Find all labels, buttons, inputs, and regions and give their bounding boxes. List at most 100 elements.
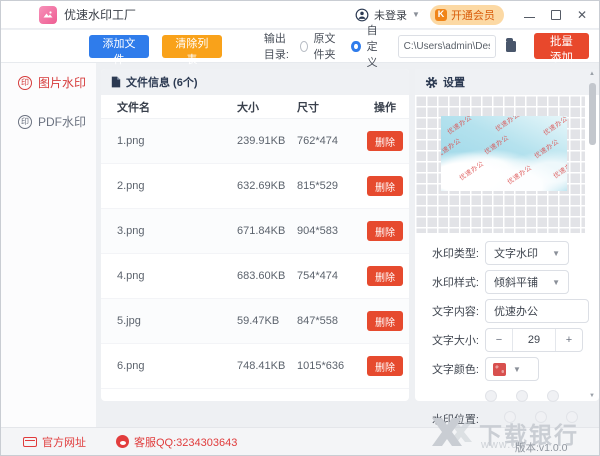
preview-area: 优速办公 优速办公 优速办公 优速办公 优速办公 优速办公 优速办公 优速办公 …: [415, 95, 585, 233]
cell-filename: 1.png: [117, 135, 145, 147]
customer-qq-label: 客服QQ:3234303643: [134, 436, 238, 449]
app-title: 优速水印工厂: [64, 8, 137, 22]
qq-icon: [116, 435, 129, 448]
cell-filename: 4.png: [117, 270, 145, 282]
chevron-down-icon: ▼: [552, 277, 560, 287]
radio-custom-label[interactable]: 自定义: [367, 22, 388, 70]
cell-size: 748.41KB: [237, 360, 286, 372]
delete-button[interactable]: 删除: [367, 356, 403, 376]
app-version-text: 版本:v1.0.0: [515, 442, 568, 454]
preview-watermark-text: 优速办公: [552, 158, 567, 181]
cell-size: 59.47KB: [237, 315, 280, 327]
delete-button[interactable]: 删除: [367, 176, 403, 196]
preview-watermark-text: 优速办公: [494, 116, 522, 134]
table-header: 文件名 大小 尺寸 操作: [101, 95, 409, 119]
official-website-label: 官方网址: [42, 436, 86, 449]
text-color-picker[interactable]: ▼: [485, 357, 539, 381]
output-path-input[interactable]: [397, 34, 496, 58]
position-option[interactable]: [516, 390, 528, 402]
login-status-label: 未登录: [374, 9, 408, 22]
preview-watermark-text: 优速办公: [506, 164, 534, 187]
close-button[interactable]: ✕: [577, 9, 587, 21]
position-option[interactable]: [485, 390, 497, 402]
document-icon: [111, 76, 121, 88]
cell-dims: 762*474: [297, 135, 338, 147]
text-size-label: 文字大小:: [431, 335, 479, 347]
text-content-label: 文字内容:: [431, 306, 479, 318]
position-option[interactable]: [547, 390, 559, 402]
file-panel-title: 文件信息 (6个): [126, 77, 198, 89]
preview-watermark-text: 优速办公: [483, 134, 511, 157]
minimize-button[interactable]: [523, 16, 535, 18]
watermark-type-value: 文字水印: [494, 248, 538, 260]
table-row: 3.png 671.84KB 904*583 删除: [101, 209, 409, 254]
delete-button[interactable]: 删除: [367, 266, 403, 286]
table-row: 6.png 748.41KB 1015*636 删除: [101, 344, 409, 389]
batch-add-button[interactable]: 批量添加: [533, 33, 589, 64]
official-website-link[interactable]: 官方网址: [23, 434, 86, 450]
scroll-down-icon[interactable]: ▼: [589, 393, 595, 399]
size-increase-button[interactable]: +: [556, 329, 582, 351]
delete-button[interactable]: 删除: [367, 311, 403, 331]
gear-icon: [425, 76, 438, 88]
clear-list-button[interactable]: 清除列表: [161, 34, 222, 66]
add-file-button[interactable]: 添加文件: [89, 34, 149, 66]
settings-title: 设置: [443, 77, 465, 89]
cell-dims: 815*529: [297, 180, 338, 192]
login-status[interactable]: 未登录 ▼: [355, 7, 420, 23]
scrollbar-thumb[interactable]: [589, 83, 596, 145]
vip-icon: K: [434, 8, 447, 21]
delete-button[interactable]: 删除: [367, 221, 403, 241]
stamp-icon: 印: [18, 114, 32, 129]
chevron-down-icon: ▼: [552, 248, 560, 258]
stamp-icon: 印: [18, 75, 32, 90]
cell-filename: 6.png: [117, 360, 145, 372]
maximize-button[interactable]: [550, 9, 561, 20]
watermark-style-value: 倾斜平铺: [494, 277, 538, 289]
cell-filename: 5.jpg: [117, 315, 141, 327]
radio-custom[interactable]: [351, 40, 361, 52]
preview-watermark-text: 优速办公: [533, 138, 561, 161]
sidebar-item-pdf-watermark[interactable]: 印 PDF水印: [1, 102, 96, 141]
col-operation: 操作: [374, 101, 396, 114]
folder-icon[interactable]: [505, 37, 516, 52]
watermark-type-select[interactable]: 文字水印 ▼: [485, 241, 569, 265]
settings-form: 水印类型: 文字水印 ▼ 水印样式: 倾斜平铺 ▼ 文字内容: 文字大小:: [421, 241, 589, 427]
table-row: 2.png 632.69KB 815*529 删除: [101, 164, 409, 209]
app-window: 优速水印工厂 未登录 ▼ K 开通会员 ✕ 添加文件 清除列表 输出目录: 原文…: [0, 0, 600, 456]
col-filename: 文件名: [117, 101, 150, 114]
text-content-input[interactable]: [485, 299, 589, 323]
color-swatch: [493, 362, 506, 376]
settings-scrollbar[interactable]: ▲ ▼: [588, 71, 597, 399]
preview-watermark-text: 优速办公: [458, 160, 486, 183]
cell-size: 239.91KB: [237, 135, 286, 147]
sidebar: 印 图片水印 印 PDF水印: [1, 63, 96, 427]
website-icon: [23, 436, 37, 447]
settings-panel: 设置 优速办公 优速办公 优速办公 优速办公 优速办公 优速办公 优速办公 优速…: [415, 69, 599, 426]
radio-original-label[interactable]: 原文件夹: [314, 30, 342, 62]
preview-watermark-text: 优速办公: [542, 116, 567, 138]
vip-button-label: 开通会员: [450, 9, 495, 22]
preview-watermark-text: 优速办公: [446, 116, 474, 137]
table-row: 5.jpg 59.47KB 847*558 删除: [101, 299, 409, 344]
customer-qq[interactable]: 客服QQ:3234303643: [86, 434, 237, 450]
radio-original-folder[interactable]: [299, 40, 308, 52]
chevron-down-icon: ▼: [412, 10, 420, 19]
sidebar-item-image-watermark[interactable]: 印 图片水印: [1, 63, 96, 102]
watermark-style-label: 水印样式:: [431, 277, 479, 289]
watermark-type-label: 水印类型:: [431, 248, 479, 260]
app-logo-icon: [39, 5, 57, 24]
file-info-panel: 文件信息 (6个) 文件名 大小 尺寸 操作 1.png 239.91KB 76…: [101, 69, 409, 401]
cell-dims: 754*474: [297, 270, 338, 282]
user-icon: [355, 8, 369, 21]
watermark-style-select[interactable]: 倾斜平铺 ▼: [485, 270, 569, 294]
file-panel-header: 文件信息 (6个): [101, 69, 409, 95]
position-grid-row: [485, 390, 583, 402]
scroll-up-icon[interactable]: ▲: [589, 71, 595, 77]
settings-header: 设置: [415, 69, 599, 95]
text-color-label: 文字颜色:: [431, 364, 479, 376]
delete-button[interactable]: 删除: [367, 131, 403, 151]
size-decrease-button[interactable]: −: [486, 329, 512, 351]
output-dir-label: 输出目录:: [263, 33, 289, 61]
cell-size: 683.60KB: [237, 270, 286, 282]
